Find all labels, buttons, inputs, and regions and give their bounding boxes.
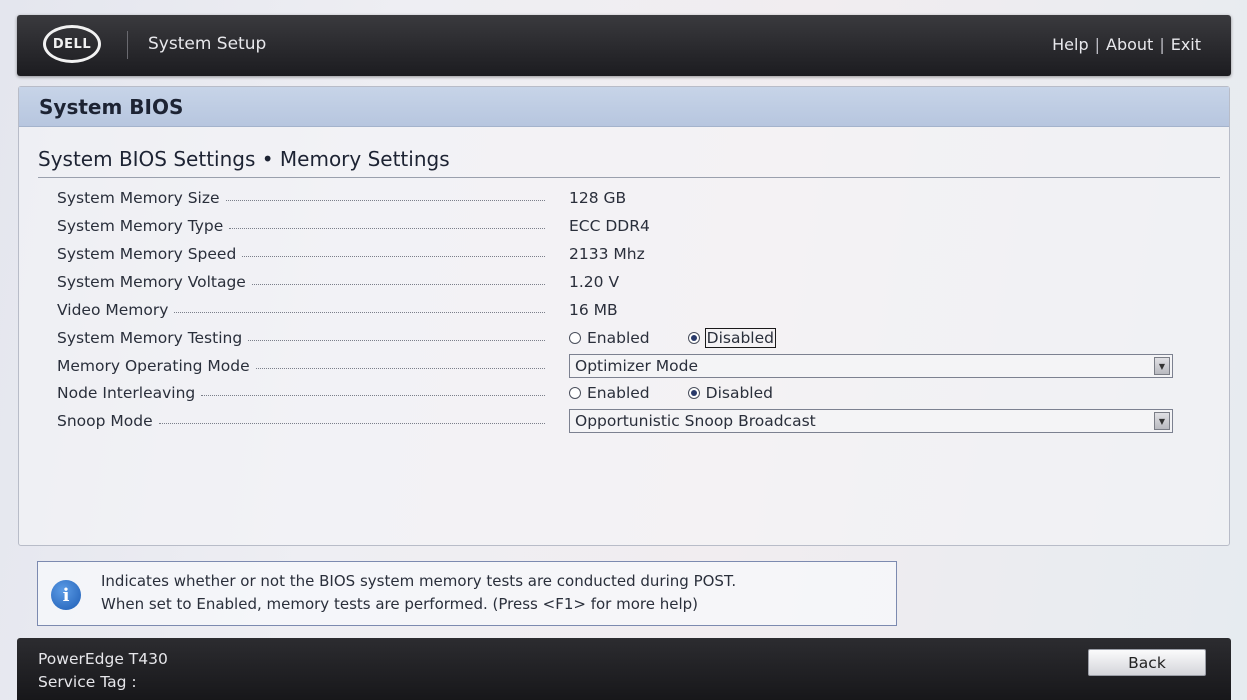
header-divider [127, 31, 128, 59]
panel-title: System BIOS [19, 87, 1229, 127]
setting-value: 128 GB [569, 189, 627, 207]
info-icon: i [51, 580, 81, 610]
setting-label: Snoop Mode [57, 412, 153, 430]
radio-circle-icon[interactable] [569, 332, 581, 344]
memory-testing-disabled-radio[interactable]: Disabled [687, 328, 776, 348]
about-link[interactable]: About [1106, 35, 1153, 54]
system-info: PowerEdge T430 Service Tag : [38, 648, 168, 694]
model-name: PowerEdge T430 [38, 650, 168, 668]
setting-row-operating-mode: Memory Operating Mode Optimizer Mode ▼ [57, 354, 1197, 378]
leader-dots [225, 199, 545, 201]
main-panel: System BIOS System BIOS Settings • Memor… [18, 86, 1230, 546]
setting-value: ECC DDR4 [569, 217, 650, 235]
setting-label: System Memory Voltage [57, 273, 246, 291]
setting-row-memory-size: System Memory Size 128 GB [57, 186, 1197, 210]
back-button[interactable]: Back [1088, 649, 1206, 676]
leader-dots [248, 339, 545, 341]
app-title: System Setup [148, 34, 267, 54]
dropdown-arrow-icon[interactable]: ▼ [1154, 357, 1170, 375]
help-link[interactable]: Help [1052, 35, 1088, 54]
help-line: When set to Enabled, memory tests are pe… [101, 595, 699, 613]
help-text: Indicates whether or not the BIOS system… [101, 570, 736, 616]
leader-dots [201, 394, 545, 396]
snoop-mode-dropdown[interactable]: Opportunistic Snoop Broadcast ▼ [569, 409, 1173, 433]
radio-label: Enabled [587, 329, 650, 347]
setting-label: System Memory Testing [57, 329, 243, 347]
setting-label: Video Memory [57, 301, 169, 319]
setting-row-memory-speed: System Memory Speed 2133 Mhz [57, 242, 1197, 266]
section-divider [38, 177, 1220, 178]
help-box: i Indicates whether or not the BIOS syst… [37, 561, 897, 626]
setting-row-memory-type: System Memory Type ECC DDR4 [57, 214, 1197, 238]
dell-logo: DELL [43, 25, 101, 63]
exit-link[interactable]: Exit [1171, 35, 1201, 54]
dropdown-arrow-icon[interactable]: ▼ [1154, 412, 1170, 430]
setting-label: Node Interleaving [57, 384, 196, 402]
leader-dots [158, 422, 545, 424]
memory-testing-enabled-radio[interactable]: Enabled [569, 329, 650, 347]
radio-selected-icon[interactable] [687, 332, 700, 344]
setting-value: 2133 Mhz [569, 245, 645, 263]
dropdown-value: Optimizer Mode [575, 357, 699, 375]
setting-label: System Memory Speed [57, 245, 237, 263]
footer-bar: PowerEdge T430 Service Tag : Back [17, 638, 1231, 700]
node-interleaving-disabled-radio[interactable]: Disabled [687, 384, 773, 402]
setting-row-memory-voltage: System Memory Voltage 1.20 V [57, 270, 1197, 294]
setting-row-snoop-mode: Snoop Mode Opportunistic Snoop Broadcast… [57, 409, 1197, 433]
operating-mode-dropdown[interactable]: Optimizer Mode ▼ [569, 354, 1173, 378]
setting-label: System Memory Size [57, 189, 220, 207]
top-bar: DELL System Setup Help | About | Exit [17, 15, 1231, 76]
link-separator: | [1094, 35, 1100, 54]
dropdown-value: Opportunistic Snoop Broadcast [575, 412, 816, 430]
setting-label: System Memory Type [57, 217, 224, 235]
node-interleaving-radio-group: Enabled Disabled [569, 384, 773, 402]
setting-row-node-interleaving: Node Interleaving Enabled Disabled [57, 381, 1197, 405]
top-links: Help | About | Exit [1052, 35, 1201, 54]
leader-dots [255, 367, 545, 369]
radio-selected-icon[interactable] [687, 387, 700, 399]
link-separator: | [1159, 35, 1165, 54]
node-interleaving-enabled-radio[interactable]: Enabled [569, 384, 650, 402]
radio-label: Disabled [705, 384, 773, 402]
radio-label: Enabled [587, 384, 650, 402]
service-tag-label: Service Tag : [38, 673, 137, 691]
help-line: Indicates whether or not the BIOS system… [101, 572, 737, 590]
setting-value: 16 MB [569, 301, 618, 319]
leader-dots [174, 311, 545, 313]
leader-dots [251, 283, 545, 285]
setting-row-video-memory: Video Memory 16 MB [57, 298, 1197, 322]
leader-dots [242, 255, 545, 257]
leader-dots [229, 227, 545, 229]
setting-label: Memory Operating Mode [57, 357, 250, 375]
section-title: System BIOS Settings • Memory Settings [38, 147, 450, 171]
setting-row-memory-testing: System Memory Testing Enabled Disabled [57, 326, 1197, 350]
memory-testing-radio-group: Enabled Disabled [569, 328, 776, 348]
setting-value: 1.20 V [569, 273, 620, 291]
radio-circle-icon[interactable] [569, 387, 581, 399]
radio-label: Disabled [704, 328, 776, 348]
